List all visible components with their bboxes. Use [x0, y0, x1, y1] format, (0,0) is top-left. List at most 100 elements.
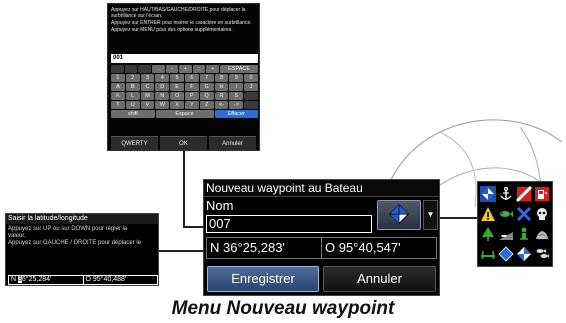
keyboard-key[interactable]: N — [155, 92, 170, 100]
palette-cell[interactable] — [498, 225, 515, 244]
keyboard-key[interactable]: M — [140, 92, 155, 100]
name-input[interactable]: 007 — [206, 215, 372, 233]
dialog-title: Nouveau waypoint au Bateau — [204, 180, 439, 197]
keyboard-row: K L M N O P Q R S — [111, 92, 258, 100]
qwerty-button[interactable]: QWERTY — [111, 136, 158, 150]
palette-cell[interactable] — [515, 184, 533, 203]
keyboard-key[interactable]: Q — [199, 92, 214, 100]
keyboard-key[interactable]: - — [165, 65, 179, 73]
palette-cell[interactable] — [480, 204, 497, 223]
save-button[interactable]: Enregistrer — [207, 266, 319, 292]
keyboard-key[interactable]: 0 — [244, 74, 258, 82]
keyboard-key[interactable]: 4 — [155, 74, 170, 82]
keyboard-key[interactable]: H — [214, 83, 229, 91]
keyboard-key-space[interactable]: Espace — [155, 110, 214, 118]
dock-icon — [481, 251, 496, 260]
keyboard-key[interactable]: G — [199, 83, 214, 91]
palette-cell[interactable] — [480, 245, 497, 264]
keyboard-key[interactable]: A — [111, 83, 125, 91]
palette-cell[interactable] — [533, 245, 550, 264]
keyboard-text-input[interactable]: 001 — [111, 54, 258, 63]
keyboard-spacer — [111, 65, 124, 73]
tree-icon — [482, 227, 495, 242]
keyboard-key[interactable]: 3 — [140, 74, 155, 82]
keyboard-key[interactable]: 9 — [229, 74, 244, 82]
icon-dropdown-arrow[interactable]: ▼ — [423, 200, 438, 230]
palette-cell[interactable] — [533, 204, 550, 223]
keyboard-key[interactable]: O — [170, 92, 184, 100]
keyboard-key[interactable]: P — [184, 92, 199, 100]
keyboard-key[interactable]: I — [229, 83, 244, 91]
keyboard-key[interactable]: <- — [214, 101, 229, 109]
keyboard-key[interactable]: E — [170, 83, 184, 91]
fish-school-icon — [536, 249, 549, 259]
keyboard-key-erase[interactable]: Effacer — [214, 110, 258, 118]
boat-ramp-icon — [499, 232, 514, 241]
keyboard-key[interactable]: 8 — [214, 74, 229, 82]
keyboard-key[interactable]: 1 — [111, 74, 125, 82]
skull-icon — [536, 207, 547, 220]
keyboard-key[interactable]: 6 — [184, 74, 199, 82]
keyboard-key[interactable]: + — [179, 65, 192, 73]
figure-caption: Menu Nouveau waypoint — [171, 298, 395, 319]
keyboard-key[interactable]: F — [184, 83, 199, 91]
keyboard-key[interactable]: : — [192, 65, 206, 73]
keyboard-key-shift[interactable]: shift — [111, 110, 155, 118]
palette-cell[interactable] — [498, 245, 515, 264]
keyboard-key[interactable]: + — [206, 65, 220, 73]
latitude-field[interactable]: N 36°25,283' — [207, 238, 322, 258]
keyboard-key[interactable]: R — [214, 92, 229, 100]
ok-button[interactable]: OK — [160, 136, 207, 150]
keyboard-cancel-button[interactable]: Annuler — [209, 136, 256, 150]
waypoint-diamond-icon — [389, 204, 409, 225]
keyboard-key[interactable]: S — [229, 92, 244, 100]
latlong-entry-panel: Saisir la latitude/longitude Appuyez sur… — [5, 213, 159, 286]
palette-cell[interactable] — [498, 184, 515, 203]
latlong-help-line: Appuyez sur UP ou sur DOWN pour régler l… — [8, 226, 128, 232]
palette-cell[interactable] — [516, 204, 533, 223]
keyboard-key[interactable]: Z — [199, 101, 214, 109]
keyboard-key[interactable]: U — [125, 101, 140, 109]
keyboard-spacer — [244, 101, 258, 109]
palette-cell[interactable] — [498, 204, 515, 223]
palette-cell[interactable] — [480, 225, 497, 244]
connector-line-keyboard-h — [183, 226, 204, 228]
on-screen-keyboard: . - + : + ESPACE 1 2 3 4 5 6 7 8 9 0 A B… — [111, 65, 259, 119]
keyboard-key[interactable]: V — [140, 101, 155, 109]
cancel-button[interactable]: Annuler — [323, 266, 436, 292]
latitude-edit-field[interactable]: N 36°25,284' — [9, 276, 84, 284]
waypoint-icon-selector[interactable] — [377, 200, 421, 230]
keyboard-key[interactable]: 2 — [125, 74, 140, 82]
palette-cell[interactable] — [533, 184, 550, 203]
latlong-fields: N 36°25,284' O 95°40,488' — [8, 275, 158, 285]
rock-icon — [535, 231, 548, 240]
keyboard-key[interactable]: L — [125, 92, 140, 100]
keyboard-key[interactable]: C — [140, 83, 155, 91]
keyboard-key[interactable]: D — [155, 83, 170, 91]
keyboard-key[interactable]: 7 — [199, 74, 214, 82]
keyboard-key[interactable]: 5 — [170, 74, 184, 82]
diamond-dot-icon — [516, 247, 531, 262]
keyboard-key[interactable]: -> — [229, 101, 244, 109]
keyboard-key[interactable]: . — [151, 65, 165, 73]
longitude-edit-field[interactable]: O 95°40,488' — [84, 276, 158, 284]
keyboard-key[interactable]: W — [155, 101, 170, 109]
x-mark-icon — [516, 206, 531, 221]
keyboard-key[interactable]: X — [170, 101, 184, 109]
longitude-field[interactable]: O 95°40,547' — [322, 238, 436, 258]
keyboard-key[interactable]: K — [111, 92, 125, 100]
palette-cell[interactable] — [533, 225, 550, 244]
palette-cell[interactable] — [516, 245, 533, 264]
latitude-rest: 6°25,284' — [21, 276, 52, 283]
keyboard-help-text: Appuyez sur HAUT/BAS/GAUCHE/DROITE pour … — [111, 7, 258, 34]
latlong-panel-title: Saisir la latitude/longitude — [6, 214, 158, 224]
palette-cell[interactable] — [516, 225, 533, 244]
keyboard-key[interactable]: Y — [184, 101, 199, 109]
keyboard-key-space[interactable]: ESPACE — [220, 65, 259, 73]
keyboard-key[interactable]: B — [125, 83, 140, 91]
palette-cell[interactable] — [480, 184, 497, 203]
keyboard-row: . - + : + ESPACE — [111, 65, 259, 73]
connector-line-palette — [440, 217, 478, 219]
keyboard-key[interactable]: J — [244, 83, 258, 91]
keyboard-key[interactable]: T — [111, 101, 125, 109]
